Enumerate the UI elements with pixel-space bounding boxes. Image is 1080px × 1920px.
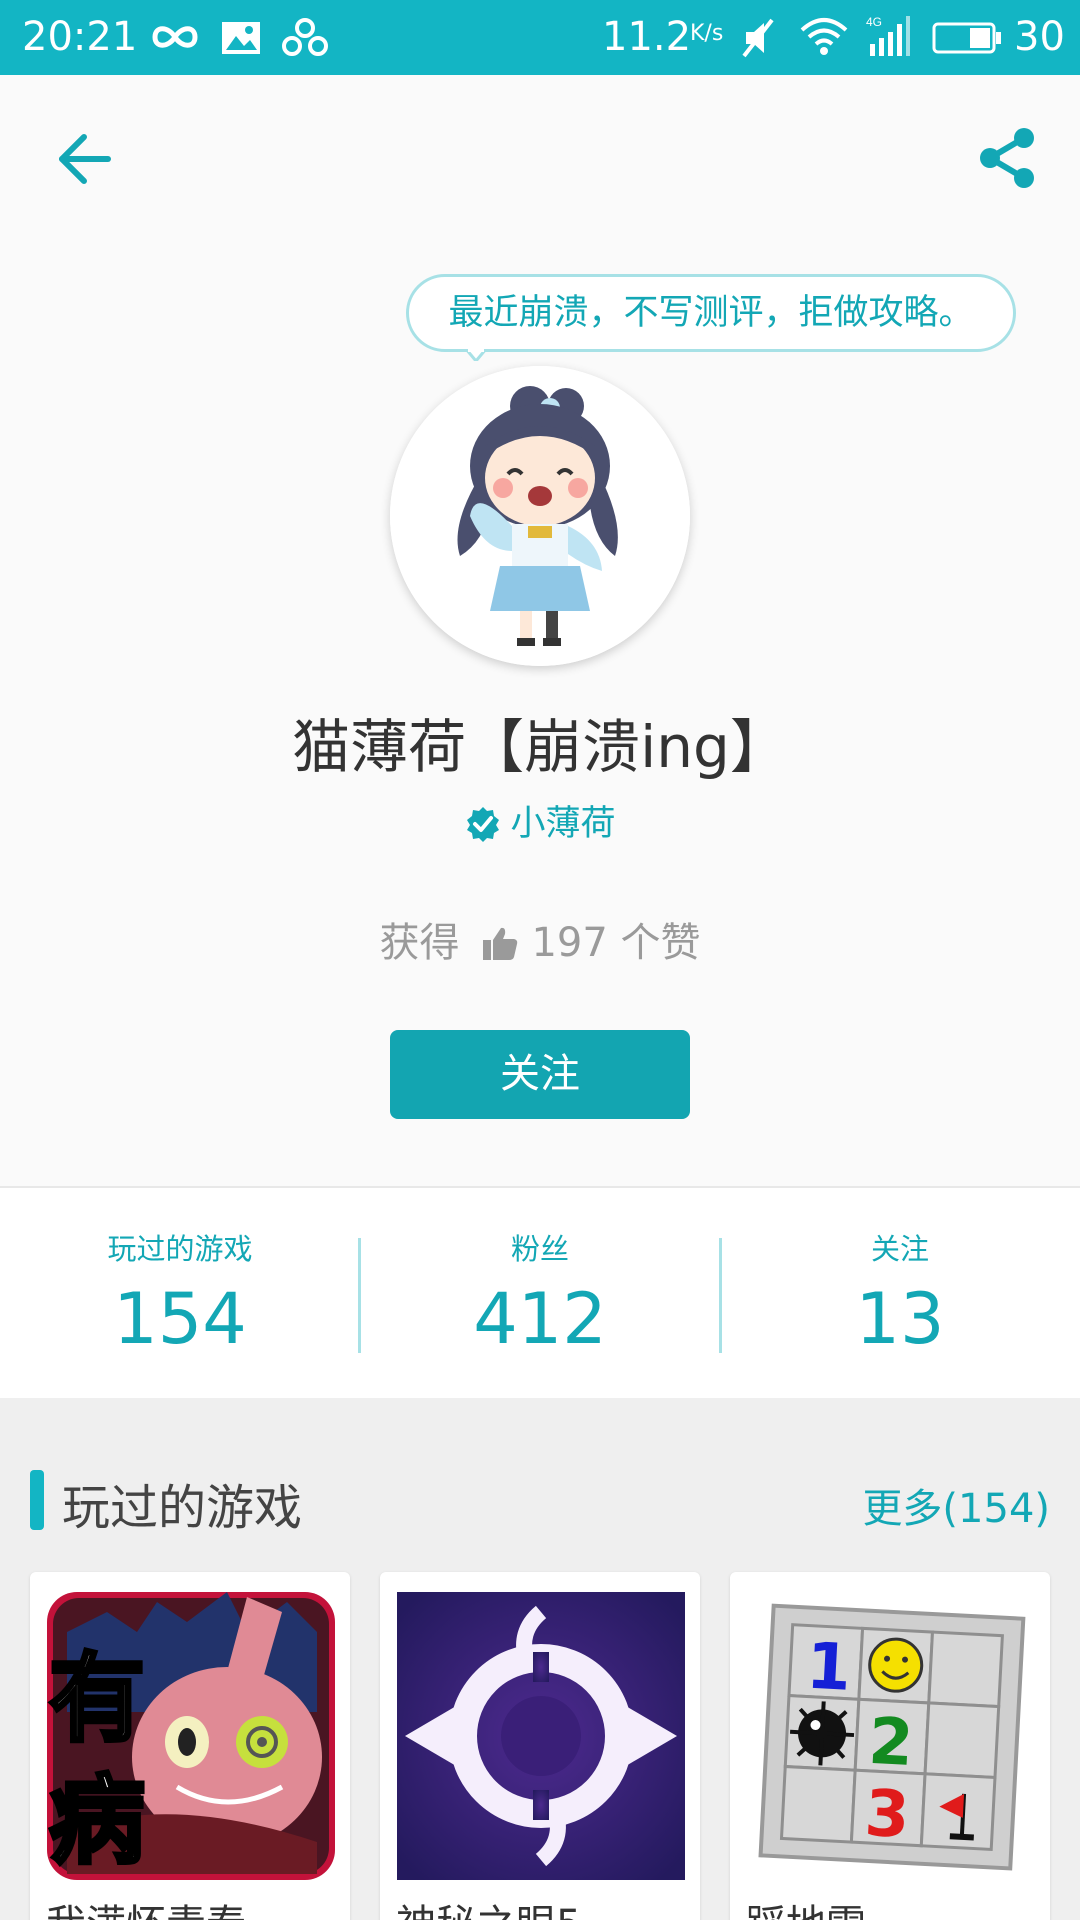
game-name: 神秘之眼5 — [396, 1892, 581, 1920]
badge-label: 小薄荷 — [510, 804, 616, 844]
status-bar: 20:21 11.2 K/s 4G 30 — [0, 0, 1080, 75]
avatar[interactable] — [390, 366, 690, 666]
stats-panel: 玩过的游戏 154 粉丝 412 关注 13 — [0, 1186, 1080, 1398]
game-name: 我满怀青春 — [46, 1892, 246, 1920]
stat-played-games[interactable]: 玩过的游戏 154 — [0, 1226, 360, 1360]
image-icon — [222, 22, 260, 54]
svg-text:4G: 4G — [866, 15, 882, 29]
bubble-tail — [466, 349, 486, 361]
signature-bubble: 最近崩溃，不写测评，拒做攻略。 — [406, 274, 1016, 352]
stat-label: 关注 — [870, 1232, 929, 1266]
stat-label: 粉丝 — [510, 1232, 569, 1266]
likes-count: 197 个赞 — [531, 920, 701, 966]
game-card[interactable]: 有 病 我满怀青春 — [30, 1572, 350, 1920]
wifi-icon — [800, 18, 848, 55]
game-card[interactable]: 1 2 3 踩地雷 — [730, 1572, 1050, 1920]
infinity-icon — [152, 26, 198, 48]
stat-value: 412 — [473, 1278, 607, 1360]
battery-icon — [932, 22, 1001, 54]
section-title: 玩过的游戏 — [62, 1480, 303, 1536]
game-thumbnail: 有 病 — [47, 1592, 335, 1880]
stat-value: 13 — [855, 1278, 945, 1360]
game-card[interactable]: 神秘之眼5 — [380, 1572, 700, 1920]
back-arrow-icon[interactable] — [56, 132, 114, 186]
likes-prefix: 获得 — [379, 920, 460, 966]
thumbs-up-icon — [483, 927, 518, 960]
played-games-section: 玩过的游戏 更多(154) 有 病 我满怀青春 — [0, 1398, 1080, 1920]
thumb-char-1: 有 — [49, 1643, 145, 1755]
signal-4g-icon: 4G — [866, 15, 910, 56]
share-icon[interactable] — [978, 126, 1038, 190]
follow-button[interactable]: 关注 — [390, 1030, 690, 1119]
network-speed: 11.2 — [602, 14, 692, 60]
game-thumbnail: 1 2 3 — [747, 1592, 1035, 1880]
mine-cell-3: 3 — [863, 1777, 911, 1853]
badge-row: 小薄荷 — [0, 795, 1080, 846]
battery-level: 30 — [1014, 14, 1065, 60]
verified-badge-icon — [467, 807, 500, 842]
game-name: 踩地雷 — [746, 1892, 866, 1920]
app-icon — [282, 18, 328, 56]
stat-fans[interactable]: 粉丝 412 — [360, 1226, 720, 1360]
avatar-character-image — [390, 366, 690, 666]
stat-following[interactable]: 关注 13 — [720, 1226, 1080, 1360]
username: 猫薄荷【崩溃ing】 — [292, 713, 788, 781]
status-time: 20:21 — [22, 14, 138, 60]
thumb-char-2: 病 — [49, 1765, 145, 1877]
game-thumbnail — [397, 1592, 685, 1880]
stat-value: 154 — [113, 1278, 247, 1360]
mute-icon — [742, 18, 774, 58]
section-accent-bar — [30, 1470, 44, 1530]
stat-label: 玩过的游戏 — [107, 1232, 253, 1266]
network-speed-unit: K/s — [690, 21, 724, 46]
mine-cell-2: 2 — [867, 1705, 915, 1781]
likes-row: 获得 197 个赞 — [0, 910, 1080, 968]
mine-cell-1: 1 — [805, 1630, 853, 1706]
more-games-link[interactable]: 更多(154) — [862, 1476, 1050, 1534]
